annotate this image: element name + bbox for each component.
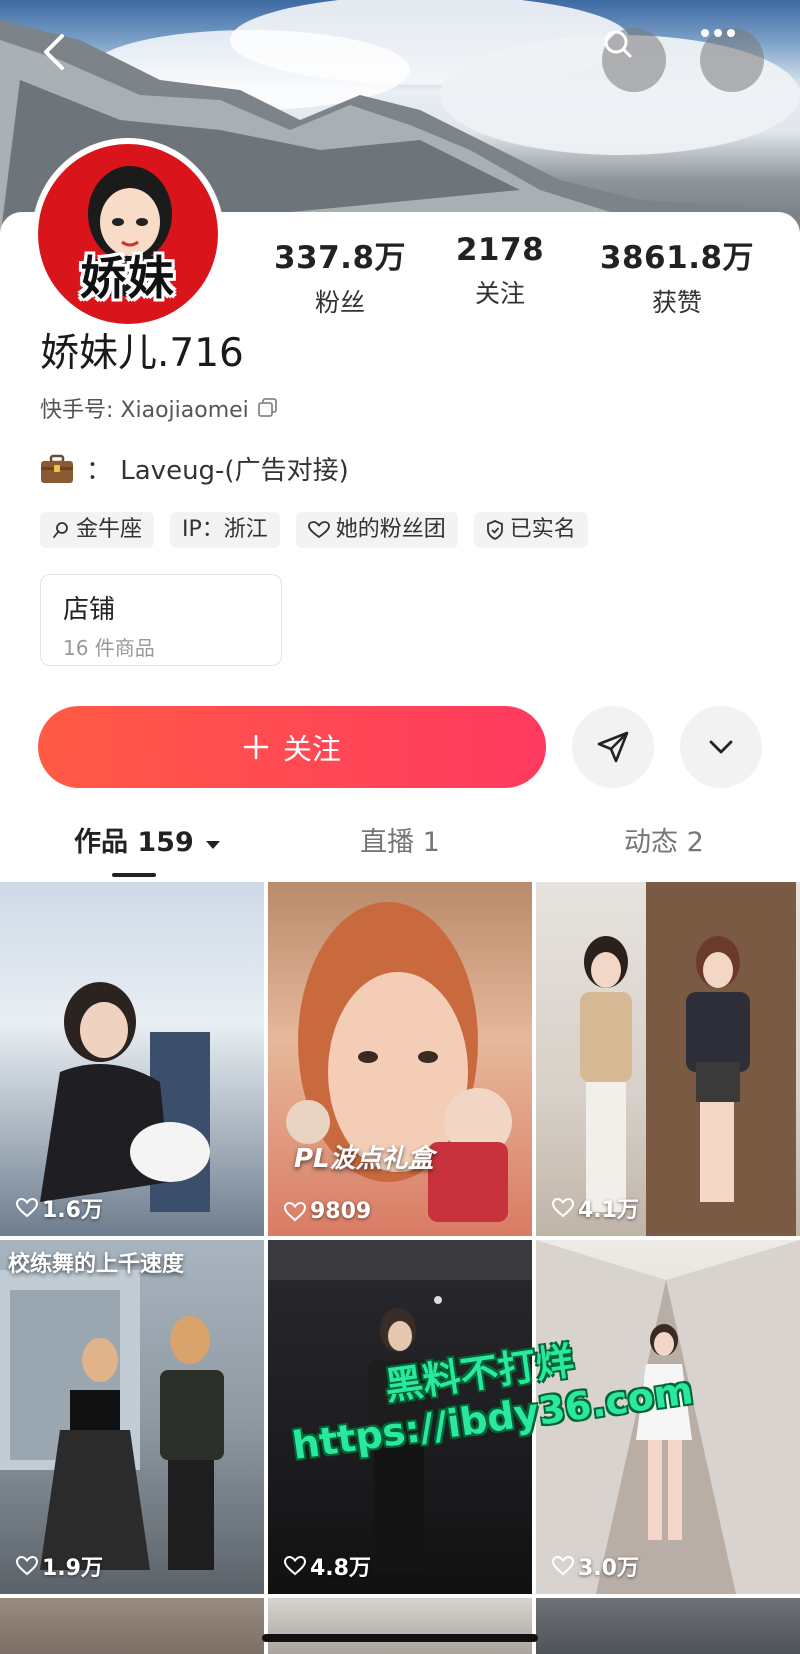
business-contact: ： Laveug-(广告对接) bbox=[40, 450, 349, 487]
avatar[interactable]: 娇妹 bbox=[32, 138, 224, 330]
video-1-image bbox=[40, 982, 210, 1212]
tab-moments[interactable]: 动态 2 bbox=[624, 820, 704, 859]
video-6-image bbox=[536, 1240, 800, 1594]
avatar-image: 娇妹 bbox=[38, 144, 218, 324]
heart-icon bbox=[16, 1198, 38, 1218]
follow-button[interactable]: 关注 bbox=[38, 706, 546, 788]
video-3-image bbox=[580, 882, 796, 1236]
like-count: 4.1万 bbox=[552, 1192, 639, 1224]
video-thumbnail[interactable] bbox=[268, 1598, 532, 1654]
video-thumbnail[interactable]: 4.1万 bbox=[536, 882, 800, 1236]
tag-fan-club-label: 她的粉丝团 bbox=[335, 517, 446, 542]
shop-title: 店铺 bbox=[63, 595, 116, 625]
likes-label: 获赞 bbox=[651, 288, 702, 317]
search-button[interactable] bbox=[602, 28, 666, 92]
content-tabs: 作品 159 直播 1 动态 2 bbox=[0, 810, 800, 880]
like-count: 1.9万 bbox=[16, 1550, 103, 1582]
follow-label: 关注 bbox=[282, 732, 341, 766]
active-tab-indicator bbox=[112, 873, 156, 877]
username: 娇妹儿.716 bbox=[40, 331, 244, 376]
expand-recommendations-button[interactable] bbox=[680, 706, 762, 788]
video-thumbnail[interactable]: 3.0万 bbox=[536, 1240, 800, 1594]
shield-icon bbox=[486, 520, 503, 540]
like-count-value: 1.6万 bbox=[42, 1198, 103, 1223]
like-count: 1.6万 bbox=[16, 1192, 103, 1224]
video-overlay-title: PL波点礼盒 bbox=[294, 1144, 434, 1174]
followers-count: 337.8万 bbox=[273, 240, 407, 276]
tag-fan-club[interactable]: 她的粉丝团 bbox=[295, 512, 458, 548]
like-count-value: 4.1万 bbox=[578, 1198, 639, 1223]
like-count-value: 1.9万 bbox=[42, 1556, 103, 1581]
zodiac-icon bbox=[53, 522, 68, 538]
heart-icon bbox=[552, 1198, 574, 1218]
search-icon bbox=[604, 30, 632, 58]
video-thumbnail[interactable]: 4.8万 bbox=[268, 1240, 532, 1594]
more-options-button[interactable] bbox=[700, 28, 764, 92]
video-thumbnail[interactable]: 校练舞的上千速度 1.9万 bbox=[0, 1240, 264, 1594]
kuaishou-id: 快手号: Xiaojiaomei bbox=[40, 392, 279, 424]
stat-followers[interactable]: 337.8万 粉丝 bbox=[250, 232, 430, 319]
heart-icon bbox=[284, 1201, 306, 1221]
video-thumbnail[interactable]: PL波点礼盒 9809 bbox=[268, 882, 532, 1236]
share-button[interactable] bbox=[572, 706, 654, 788]
heart-icon bbox=[284, 1556, 306, 1576]
kuaishou-id-text: 快手号: Xiaojiaomei bbox=[40, 398, 249, 423]
heart-icon bbox=[552, 1556, 574, 1576]
plus-icon bbox=[243, 734, 269, 760]
tag-zodiac-label: 金牛座 bbox=[76, 517, 143, 542]
like-count: 4.8万 bbox=[284, 1550, 371, 1582]
followers-label: 粉丝 bbox=[314, 288, 365, 317]
following-label: 关注 bbox=[474, 279, 525, 308]
home-indicator[interactable] bbox=[262, 1634, 538, 1642]
avatar-text: 娇妹 bbox=[80, 251, 176, 305]
stats-row: 337.8万 粉丝 2178 关注 3861.8万 获赞 bbox=[250, 232, 780, 317]
tag-zodiac[interactable]: 金牛座 bbox=[40, 512, 155, 548]
like-count-value: 4.8万 bbox=[310, 1556, 371, 1581]
dropdown-triangle-icon bbox=[206, 841, 221, 849]
tab-works[interactable]: 作品 159 bbox=[74, 820, 221, 859]
stat-following[interactable]: 2178 关注 bbox=[410, 232, 590, 310]
video-4-image bbox=[0, 1270, 224, 1570]
video-thumbnail[interactable] bbox=[536, 1598, 800, 1654]
back-arrow-icon bbox=[44, 34, 64, 70]
shop-card[interactable]: 店铺 16 件商品 bbox=[40, 574, 282, 666]
tab-works-label: 作品 159 bbox=[74, 827, 194, 858]
tag-ip-label: IP：浙江 bbox=[182, 517, 268, 542]
heart-icon bbox=[16, 1556, 38, 1576]
tag-verified[interactable]: 已实名 bbox=[473, 512, 588, 548]
stat-likes[interactable]: 3861.8万 获赞 bbox=[587, 232, 767, 319]
chevron-down-icon bbox=[709, 740, 733, 754]
copy-icon[interactable] bbox=[257, 397, 279, 419]
video-overlay-title: 校练舞的上千速度 bbox=[8, 1252, 185, 1277]
back-button[interactable] bbox=[40, 32, 90, 92]
likes-count: 3861.8万 bbox=[599, 240, 755, 276]
like-count: 9809 bbox=[284, 1199, 371, 1224]
tag-verified-label: 已实名 bbox=[509, 517, 576, 542]
video-thumbnail[interactable] bbox=[0, 1598, 264, 1654]
like-count-value: 3.0万 bbox=[578, 1556, 639, 1581]
video-thumbnail[interactable]: 1.6万 bbox=[0, 882, 264, 1236]
like-count-value: 9809 bbox=[310, 1199, 372, 1224]
briefcase-icon bbox=[41, 454, 73, 483]
video-2-image bbox=[286, 902, 512, 1222]
business-text: ： Laveug-(广告对接) bbox=[86, 456, 349, 486]
like-count: 3.0万 bbox=[552, 1550, 639, 1582]
more-dots-icon bbox=[701, 29, 735, 37]
tags-row: 金牛座 IP：浙江 她的粉丝团 已实名 bbox=[40, 512, 588, 548]
video-5-image bbox=[268, 1240, 532, 1570]
send-icon bbox=[597, 731, 629, 763]
heart-outline-icon bbox=[307, 521, 330, 539]
following-count: 2178 bbox=[455, 232, 545, 268]
tab-live[interactable]: 直播 1 bbox=[360, 820, 440, 859]
tag-ip-location: IP：浙江 bbox=[170, 512, 280, 548]
shop-subtitle: 16 件商品 bbox=[63, 636, 155, 660]
